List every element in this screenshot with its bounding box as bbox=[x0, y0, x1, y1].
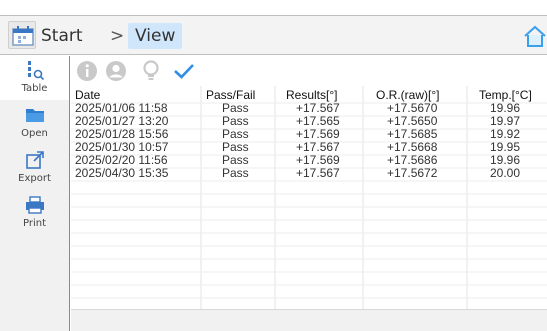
toolbar bbox=[71, 56, 547, 86]
table-cell: 19.92 bbox=[490, 127, 521, 141]
home-icon[interactable] bbox=[522, 23, 547, 49]
sidebar-item-label: Table bbox=[21, 83, 48, 94]
sidebar: Table Open Export Print bbox=[0, 56, 70, 331]
column-header-or-raw[interactable]: O.R.(raw)[°] bbox=[376, 88, 439, 102]
user-icon[interactable] bbox=[104, 59, 128, 83]
column-header-temp[interactable]: Temp.[°C] bbox=[479, 88, 532, 102]
table-icon bbox=[24, 59, 46, 81]
column-header-date[interactable]: Date bbox=[75, 88, 100, 102]
table-cell: Pass bbox=[222, 101, 249, 115]
status-bar bbox=[71, 309, 547, 331]
table-cell: 20.00 bbox=[490, 166, 521, 180]
sidebar-item-table[interactable]: Table bbox=[0, 56, 69, 100]
printer-icon bbox=[24, 194, 46, 216]
sidebar-item-label: Export bbox=[18, 173, 51, 184]
table-cell: +17.5686 bbox=[387, 153, 438, 167]
column-header-results[interactable]: Results[°] bbox=[286, 88, 337, 102]
sidebar-item-open[interactable]: Open bbox=[0, 101, 69, 145]
table-cell: +17.565 bbox=[296, 114, 340, 128]
table-cell: +17.567 bbox=[296, 101, 340, 115]
sidebar-item-label: Print bbox=[22, 218, 46, 229]
table-cell: 2025/02/20 11:56 bbox=[75, 153, 168, 167]
export-icon bbox=[24, 149, 46, 171]
table-cell: +17.569 bbox=[296, 127, 340, 141]
table-cell: 2025/01/27 13:20 bbox=[75, 114, 169, 128]
table-cell: +17.567 bbox=[296, 166, 340, 180]
breadcrumb-current[interactable]: View bbox=[128, 23, 182, 49]
table-cell: +17.5668 bbox=[387, 140, 438, 154]
table-cell: Pass bbox=[222, 127, 249, 141]
table-cell: +17.567 bbox=[296, 140, 340, 154]
table-cell: +17.5672 bbox=[387, 166, 438, 180]
app-window: Start > View Table Open Export Print Dat… bbox=[0, 0, 547, 331]
header-bar: Start > View bbox=[0, 15, 547, 55]
calendar-icon[interactable] bbox=[8, 21, 36, 49]
main-panel: Date Pass/Fail Results[°] O.R.(raw)[°] T… bbox=[71, 56, 547, 331]
table-cell: 2025/04/30 15:35 bbox=[75, 166, 169, 180]
sidebar-item-export[interactable]: Export bbox=[0, 146, 69, 190]
table-cell: +17.5650 bbox=[387, 114, 438, 128]
table-cell: 2025/01/30 10:57 bbox=[75, 140, 169, 154]
table-cell: +17.569 bbox=[296, 153, 340, 167]
column-header-pass-fail[interactable]: Pass/Fail bbox=[206, 88, 255, 102]
sidebar-item-label: Open bbox=[21, 128, 48, 139]
table-cell: 19.95 bbox=[490, 140, 521, 154]
breadcrumb-start[interactable]: Start bbox=[41, 24, 83, 48]
table-cell: Pass bbox=[222, 166, 249, 180]
table-cell: Pass bbox=[222, 140, 249, 154]
table-cell: 2025/01/28 15:56 bbox=[75, 127, 169, 141]
lightbulb-icon[interactable] bbox=[139, 59, 163, 83]
sidebar-item-print[interactable]: Print bbox=[0, 191, 69, 235]
info-icon[interactable] bbox=[75, 59, 99, 83]
table-cell: Pass bbox=[222, 114, 249, 128]
table-cell: +17.5685 bbox=[387, 127, 438, 141]
breadcrumb-separator: > bbox=[110, 26, 125, 46]
table-cell: 2025/01/06 11:58 bbox=[75, 101, 168, 115]
table-cell: 19.96 bbox=[490, 153, 521, 167]
folder-icon bbox=[24, 104, 46, 126]
table-cell: +17.5670 bbox=[387, 101, 438, 115]
table-cell: 19.97 bbox=[490, 114, 521, 128]
checkmark-icon[interactable] bbox=[172, 59, 196, 83]
table-cell: 19.96 bbox=[490, 101, 521, 115]
table-cell: Pass bbox=[222, 153, 249, 167]
